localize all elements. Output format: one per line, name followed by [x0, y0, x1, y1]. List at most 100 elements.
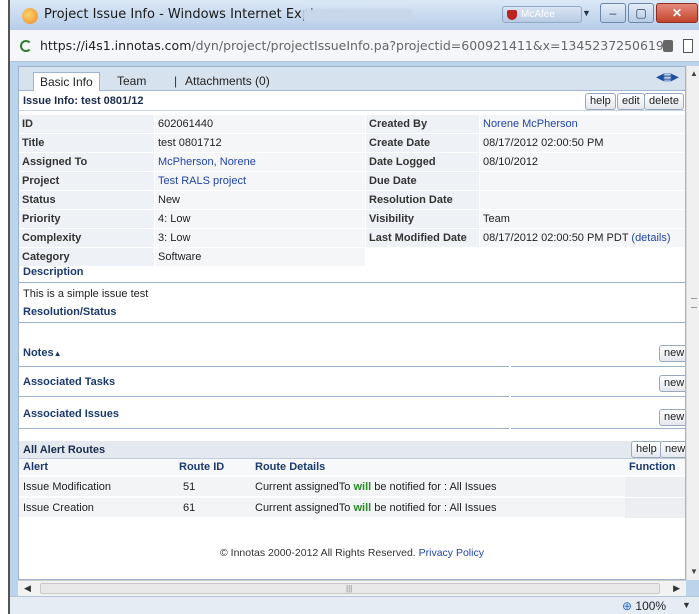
resolution-section: Resolution/Status — [19, 303, 685, 323]
field-label: Resolution Date — [366, 191, 479, 209]
privacy-policy-link[interactable]: Privacy Policy — [419, 547, 484, 559]
scroll-right-icon[interactable]: ▶ — [673, 583, 680, 594]
field-value: 08/17/2012 02:00:50 PM — [480, 134, 685, 152]
minimize-button[interactable]: – — [600, 3, 626, 23]
divider — [19, 366, 685, 367]
page-content: Basic Info Team | Attachments (0) ◀▤▶ Is… — [18, 66, 686, 580]
field-label: Date Logged — [366, 153, 479, 171]
divider-gap — [509, 423, 511, 429]
horizontal-scrollbar[interactable]: ◀ ||| ▶ — [18, 580, 686, 596]
scroll-up-icon[interactable]: ▲ — [690, 69, 698, 78]
issues-new-button[interactable]: new — [659, 409, 685, 426]
scroll-left-icon[interactable]: ◀ — [24, 583, 31, 594]
scroll-grip-icon[interactable] — [691, 298, 697, 308]
field-row: Status New Resolution Date — [19, 191, 685, 209]
tab-basic-info[interactable]: Basic Info — [33, 72, 100, 91]
divider — [19, 428, 685, 429]
associated-tasks-title[interactable]: Associated Tasks — [23, 376, 115, 388]
field-value: New — [155, 191, 365, 209]
mcafee-label: McAfee — [521, 9, 555, 20]
table-row: Issue Modification 51 Current assignedTo… — [19, 477, 685, 497]
created-by-link[interactable]: Norene McPherson — [480, 115, 685, 133]
alert-name: Issue Creation — [23, 502, 94, 514]
route-details-prefix: Current assignedTo — [255, 481, 351, 493]
lock-icon[interactable] — [663, 40, 673, 52]
field-label: Assigned To — [19, 153, 154, 171]
notes-new-button[interactable]: new — [659, 345, 685, 362]
assigned-to-link[interactable]: McPherson, Norene — [155, 153, 365, 171]
field-value: 4: Low — [155, 210, 365, 228]
tab-scroll-arrows-icon[interactable]: ◀▤▶ — [656, 72, 680, 86]
notes-title[interactable]: Notes▲ — [23, 347, 61, 359]
vertical-scrollbar[interactable]: ▲ ▼ — [686, 66, 699, 580]
field-label: Project — [19, 172, 154, 190]
route-details-suffix: be notified for : All Issues — [374, 481, 497, 493]
alert-name: Issue Modification — [23, 481, 112, 493]
alert-routes-title: All Alert Routes — [23, 444, 106, 456]
route-details: Current assignedTo will be notified for … — [255, 481, 497, 493]
field-label: Visibility — [366, 210, 479, 228]
close-button[interactable]: ✕ — [656, 3, 698, 23]
scroll-thumb[interactable]: ||| — [40, 583, 660, 594]
field-value: test 0801712 — [155, 134, 365, 152]
tab-separator: | — [174, 74, 178, 88]
route-id: 51 — [183, 481, 196, 493]
page-footer: © Innotas 2000-2012 All Rights Reserved.… — [19, 547, 685, 559]
caret-up-icon: ▲ — [53, 349, 62, 358]
field-value: 602061440 — [155, 115, 365, 133]
help-button[interactable]: help — [585, 93, 616, 110]
field-label: Created By — [366, 115, 479, 133]
maximize-button[interactable]: ▢ — [628, 3, 654, 23]
tab-team[interactable]: Team — [111, 72, 152, 91]
scroll-grip-icon: ||| — [346, 584, 353, 593]
delete-button[interactable]: delete — [644, 93, 684, 110]
route-details-will: will — [353, 502, 372, 514]
field-label: Status — [19, 191, 154, 209]
field-row: ID 602061440 Created By Norene McPherson — [19, 115, 685, 133]
notes-label: Notes — [23, 347, 54, 359]
field-label: Complexity — [19, 229, 154, 247]
last-modified-cell: 08/17/2012 02:00:50 PM PDT (details) — [480, 229, 685, 247]
zoom-level[interactable]: ⊕ 100% — [622, 599, 666, 613]
field-row: Complexity 3: Low Last Modified Date 08/… — [19, 229, 685, 247]
title-bar: Project Issue Info - Windows Internet Ex… — [10, 0, 699, 30]
dropdown-arrow-icon[interactable]: ▼ — [582, 8, 592, 18]
address-url[interactable]: https://i4s1.innotas.com/dyn/project/pro… — [40, 38, 670, 53]
field-value: 3: Low — [155, 229, 365, 247]
edit-button[interactable]: edit — [617, 93, 645, 110]
issue-info-title: Issue Info: test 0801/12 — [23, 95, 144, 107]
field-value — [480, 172, 685, 190]
col-function: Function — [629, 461, 676, 473]
divider-gap — [509, 391, 511, 397]
resolution-title: Resolution/Status — [23, 306, 117, 318]
field-value: 08/10/2012 — [480, 153, 685, 171]
field-row: Assigned To McPherson, Norene Date Logge… — [19, 153, 685, 171]
field-label: Title — [19, 134, 154, 152]
field-value: Team — [480, 210, 685, 228]
scroll-down-icon[interactable]: ▼ — [690, 567, 698, 576]
tasks-new-button[interactable]: new — [659, 375, 685, 392]
field-label: Due Date — [366, 172, 479, 190]
url-host: https://i4s1.innotas.com — [40, 38, 192, 53]
ie-logo-icon — [22, 8, 38, 24]
mcafee-addon-button[interactable]: McAfee — [502, 6, 582, 23]
description-text: This is a simple issue test — [23, 288, 149, 300]
field-label: ID — [19, 115, 154, 133]
field-value — [480, 191, 685, 209]
tab-bar: Basic Info Team | Attachments (0) ◀▤▶ — [19, 67, 685, 91]
tab-attachments[interactable]: Attachments (0) — [179, 72, 276, 91]
status-bar: ⊕ 100% ▼ — [10, 596, 699, 614]
details-link[interactable]: (details) — [631, 232, 670, 244]
alert-routes-header: All Alert Routes help new — [19, 441, 685, 459]
page-icon[interactable] — [683, 39, 693, 53]
alert-help-button[interactable]: help — [631, 441, 662, 458]
associated-issues-title[interactable]: Associated Issues — [23, 408, 119, 420]
alert-new-button[interactable]: new — [660, 441, 685, 458]
copyright-text: © Innotas 2000-2012 All Rights Reserved. — [220, 547, 416, 559]
refresh-icon[interactable] — [20, 40, 32, 52]
zoom-dropdown-icon[interactable]: ▼ — [682, 600, 691, 610]
divider-gap — [509, 361, 511, 367]
blurred-title-region — [302, 9, 412, 21]
project-link[interactable]: Test RALS project — [155, 172, 365, 190]
address-bar[interactable]: https://i4s1.innotas.com/dyn/project/pro… — [10, 30, 699, 62]
